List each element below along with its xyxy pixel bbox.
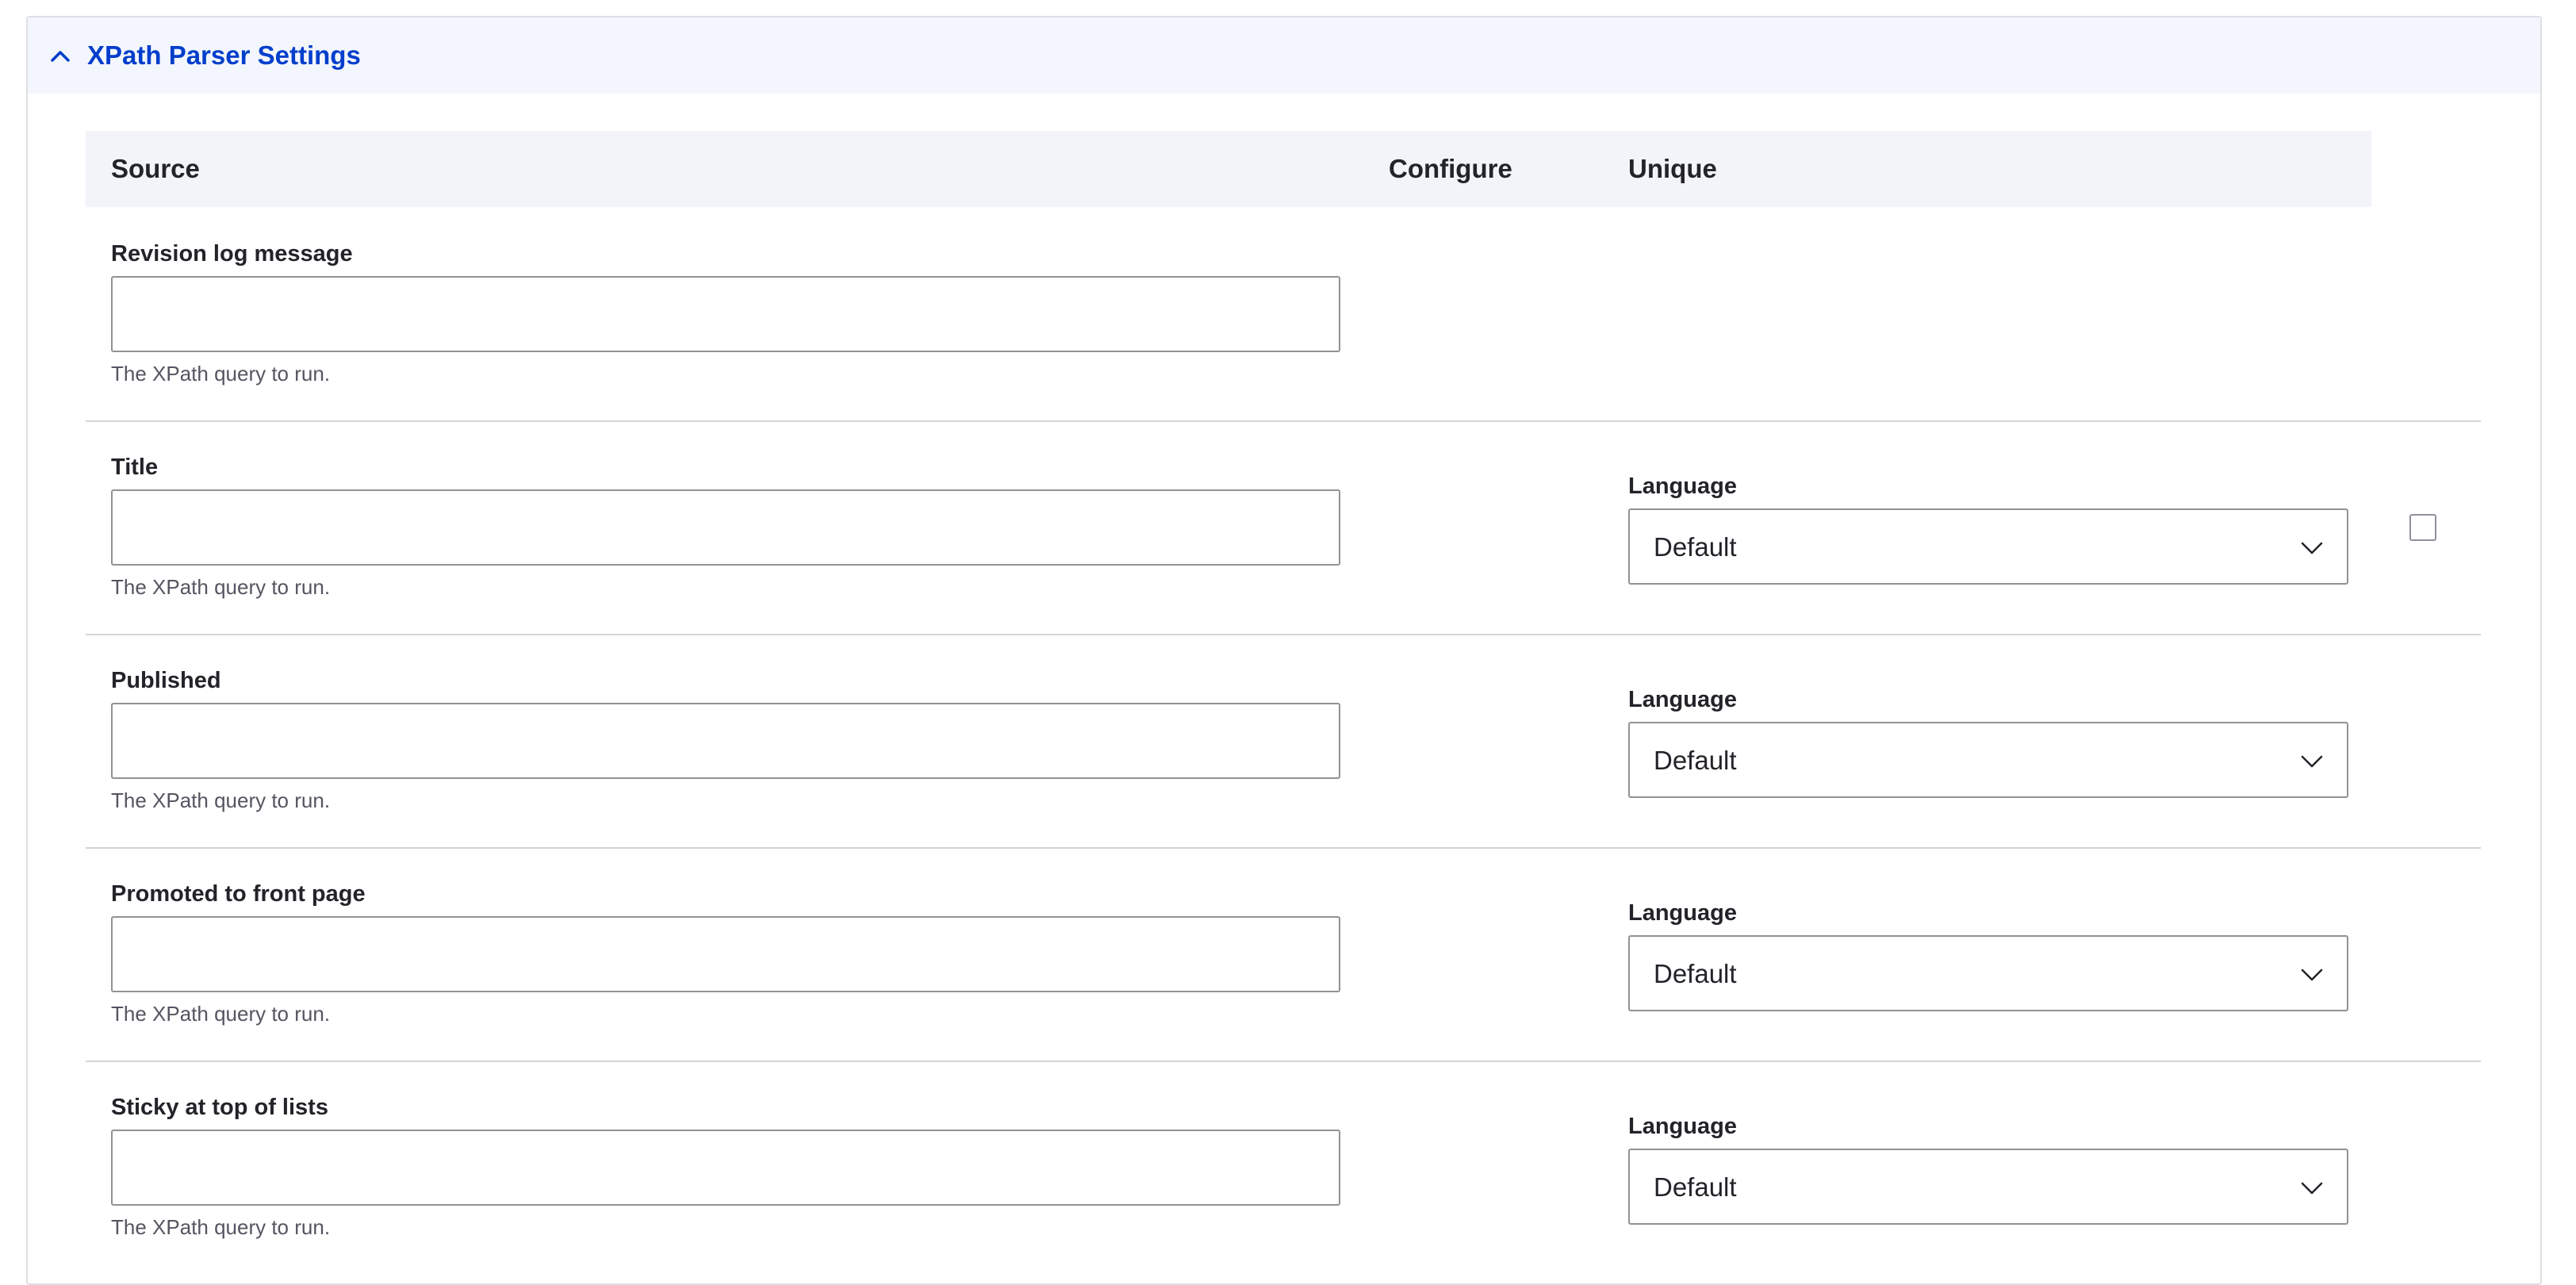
column-header-unique: Unique bbox=[1628, 154, 1717, 183]
sticky-language-select[interactable]: Default bbox=[1628, 1149, 2348, 1225]
select-value: Default bbox=[1654, 532, 1737, 562]
chevron-down-icon bbox=[2301, 755, 2323, 768]
field-description: The XPath query to run. bbox=[111, 1215, 331, 1239]
promoted-xpath-input[interactable] bbox=[111, 916, 1340, 992]
published-language-select[interactable]: Default bbox=[1628, 722, 2348, 798]
table-row: Published The XPath query to run. Langua… bbox=[86, 634, 2481, 848]
chevron-down-icon bbox=[2301, 969, 2323, 981]
column-header-source: Source bbox=[111, 154, 200, 183]
source-field-label: Promoted to front page bbox=[111, 881, 366, 907]
field-description: The XPath query to run. bbox=[111, 1002, 331, 1026]
published-xpath-input[interactable] bbox=[111, 703, 1340, 779]
panel-summary-toggle[interactable]: XPath Parser Settings bbox=[28, 17, 2540, 94]
chevron-up-icon bbox=[51, 51, 70, 62]
field-description: The XPath query to run. bbox=[111, 575, 331, 599]
field-description: The XPath query to run. bbox=[111, 362, 331, 386]
chevron-down-icon bbox=[2301, 1182, 2323, 1195]
source-field-label: Title bbox=[111, 455, 159, 480]
table-row: Revision log message The XPath query to … bbox=[86, 207, 2481, 420]
select-value: Default bbox=[1654, 1172, 1737, 1202]
field-description: The XPath query to run. bbox=[111, 788, 331, 812]
revision-log-message-xpath-input[interactable] bbox=[111, 276, 1340, 352]
table-row: Sticky at top of lists The XPath query t… bbox=[86, 1061, 2481, 1255]
language-label: Language bbox=[1628, 474, 1737, 499]
title-unique-checkbox[interactable] bbox=[2409, 514, 2436, 541]
chevron-down-icon bbox=[2301, 542, 2323, 554]
column-header-configure: Configure bbox=[1389, 154, 1512, 183]
panel-title: XPath Parser Settings bbox=[87, 40, 361, 70]
source-field-label: Sticky at top of lists bbox=[111, 1095, 328, 1120]
select-value: Default bbox=[1654, 746, 1737, 775]
title-xpath-input[interactable] bbox=[111, 489, 1340, 566]
promoted-language-select[interactable]: Default bbox=[1628, 935, 2348, 1011]
source-field-label: Published bbox=[111, 668, 221, 693]
table-row: Promoted to front page The XPath query t… bbox=[86, 847, 2481, 1061]
source-field-label: Revision log message bbox=[111, 241, 353, 267]
table-header: Source Configure Unique bbox=[86, 131, 2371, 207]
sticky-xpath-input[interactable] bbox=[111, 1130, 1340, 1206]
language-label: Language bbox=[1628, 687, 1737, 712]
select-value: Default bbox=[1654, 959, 1737, 988]
table-row: Title The XPath query to run. Language D… bbox=[86, 420, 2481, 635]
language-label: Language bbox=[1628, 900, 1737, 926]
title-language-select[interactable]: Default bbox=[1628, 508, 2348, 585]
language-label: Language bbox=[1628, 1114, 1737, 1139]
